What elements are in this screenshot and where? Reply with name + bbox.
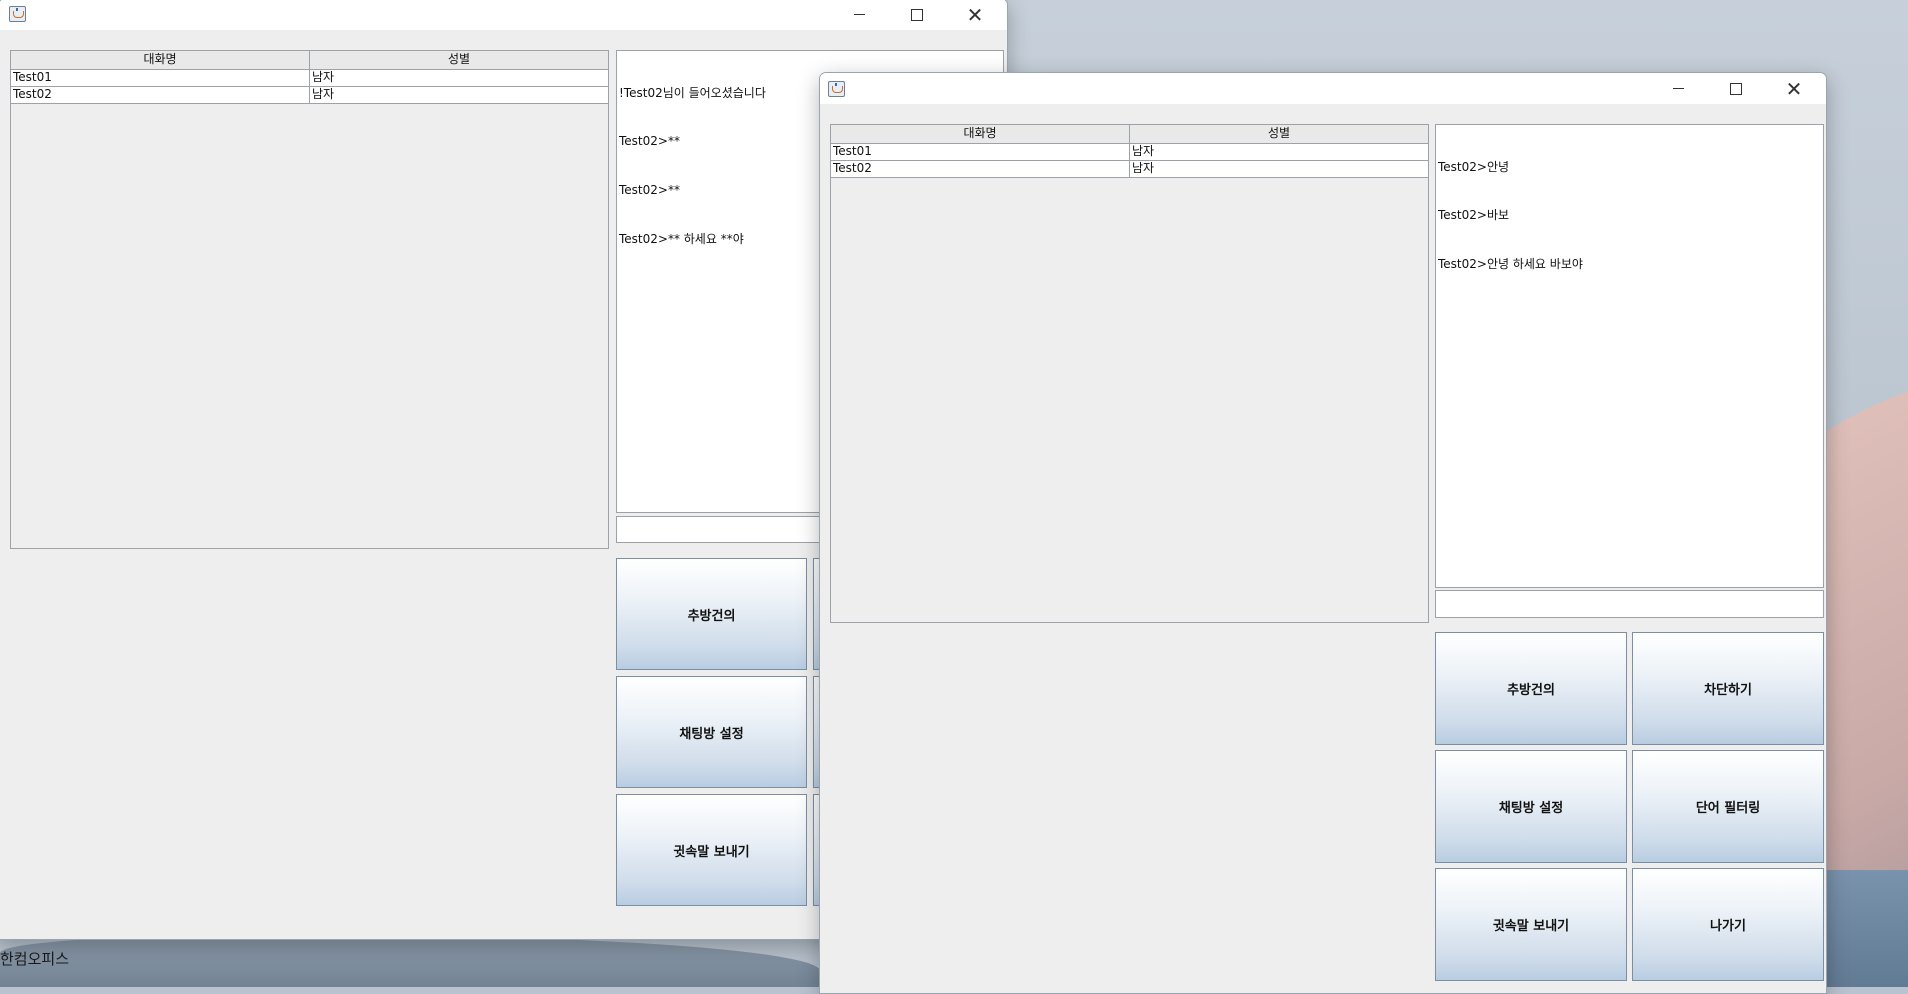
user-table[interactable]: 대화명 성별 Test01 남자 Test02 남자 [10,50,609,549]
title-bar[interactable]: ✕ [820,73,1826,104]
cell-nickname[interactable]: Test01 [11,70,310,86]
desktop-app-label[interactable]: 한컴오피스 [0,948,69,969]
cell-gender[interactable]: 남자 [1130,144,1428,160]
chat-log[interactable]: Test02>안녕 Test02>바보 Test02>안녕 하세요 바보야 [1435,124,1824,588]
room-settings-button[interactable]: 채팅방 설정 [616,676,807,788]
close-button[interactable]: ✕ [947,0,1003,30]
cell-nickname[interactable]: Test02 [831,161,1130,177]
column-header-nickname[interactable]: 대화명 [11,51,310,69]
message-input[interactable] [1435,590,1824,618]
exit-button[interactable]: 나가기 [1632,868,1824,981]
vote-kick-button[interactable]: 추방건의 [1435,632,1627,745]
cell-nickname[interactable]: Test01 [831,144,1130,160]
java-app-icon[interactable] [9,6,26,22]
whisper-button[interactable]: 귓속말 보내기 [616,794,807,906]
java-app-icon[interactable] [828,81,845,97]
column-header-nickname[interactable]: 대화명 [831,125,1130,143]
cell-gender[interactable]: 남자 [310,70,608,86]
table-row[interactable]: Test01 남자 [831,144,1428,161]
word-filter-button[interactable]: 단어 필터링 [1632,750,1824,863]
title-bar[interactable]: ✕ [0,0,1007,30]
maximize-button[interactable] [889,0,945,30]
table-row[interactable]: Test01 남자 [11,70,608,87]
table-header: 대화명 성별 [831,125,1428,144]
block-button[interactable]: 차단하기 [1632,632,1824,745]
maximize-button[interactable] [1708,73,1764,104]
chat-window-front: ✕ 대화명 성별 Test01 남자 Test02 남자 Test02>안녕 T… [819,72,1827,994]
cell-gender[interactable]: 남자 [310,87,608,103]
minimize-button[interactable] [1650,73,1706,104]
close-button[interactable]: ✕ [1766,73,1822,104]
column-header-gender[interactable]: 성별 [1130,125,1428,143]
cell-nickname[interactable]: Test02 [11,87,310,103]
vote-kick-button[interactable]: 추방건의 [616,558,807,670]
table-header: 대화명 성별 [11,51,608,70]
user-table[interactable]: 대화명 성별 Test01 남자 Test02 남자 [830,124,1429,623]
cell-gender[interactable]: 남자 [1130,161,1428,177]
minimize-button[interactable] [831,0,887,30]
column-header-gender[interactable]: 성별 [310,51,608,69]
room-settings-button[interactable]: 채팅방 설정 [1435,750,1627,863]
table-row[interactable]: Test02 남자 [831,161,1428,178]
whisper-button[interactable]: 귓속말 보내기 [1435,868,1627,981]
chat-line: Test02>안녕 하세요 바보야 [1438,257,1583,272]
chat-line: Test02>안녕 [1438,159,1510,174]
wallpaper-rock [0,935,820,987]
table-row[interactable]: Test02 남자 [11,87,608,104]
chat-line: Test02>바보 [1438,208,1510,223]
